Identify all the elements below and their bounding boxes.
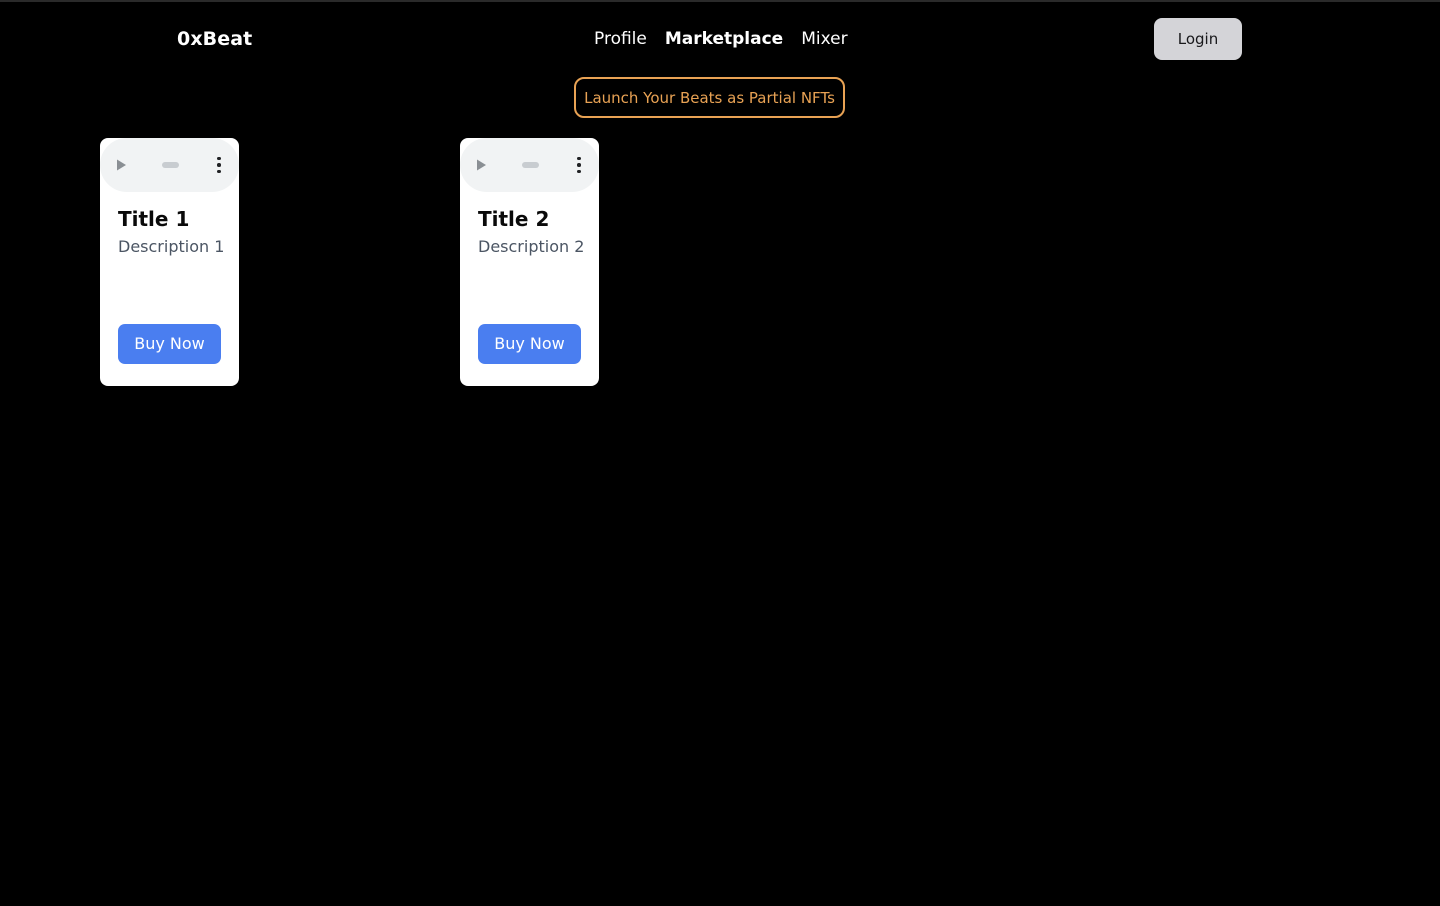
app-root: 0xBeat Profile Marketplace Mixer Login L…: [0, 0, 1440, 906]
buy-now-button[interactable]: Buy Now: [478, 324, 581, 364]
beat-card: Title 2 Description 2 Buy Now: [460, 138, 599, 386]
audio-player[interactable]: [100, 138, 239, 192]
main-navigation: Profile Marketplace Mixer: [594, 27, 848, 51]
dot: [217, 169, 221, 174]
card-description: Description 1: [118, 237, 225, 256]
brand-logo[interactable]: 0xBeat: [177, 27, 252, 51]
card-title: Title 1: [118, 207, 190, 231]
more-vertical-icon[interactable]: [211, 155, 227, 175]
buy-now-button[interactable]: Buy Now: [118, 324, 221, 364]
nav-item-mixer[interactable]: Mixer: [801, 27, 847, 51]
dot: [217, 156, 221, 161]
card-footer: Buy Now: [100, 324, 239, 386]
dot: [577, 169, 581, 174]
audio-progress-bar[interactable]: [162, 162, 179, 168]
login-button[interactable]: Login: [1154, 18, 1242, 60]
dot: [577, 156, 581, 161]
card-body: Title 2 Description 2: [460, 192, 599, 324]
card-footer: Buy Now: [460, 324, 599, 386]
play-icon[interactable]: [112, 156, 130, 174]
launch-nfts-banner-button[interactable]: Launch Your Beats as Partial NFTs: [574, 77, 845, 118]
beat-card-grid: Title 1 Description 1 Buy Now Title 2 De…: [100, 138, 599, 386]
card-description: Description 2: [478, 237, 585, 256]
more-vertical-icon[interactable]: [571, 155, 587, 175]
dot: [577, 163, 581, 167]
nav-item-marketplace[interactable]: Marketplace: [665, 27, 783, 51]
nav-item-profile[interactable]: Profile: [594, 27, 647, 51]
card-body: Title 1 Description 1: [100, 192, 239, 324]
dot: [217, 163, 221, 167]
card-title: Title 2: [478, 207, 550, 231]
audio-player[interactable]: [460, 138, 599, 192]
play-icon[interactable]: [472, 156, 490, 174]
site-header: 0xBeat Profile Marketplace Mixer Login: [0, 2, 1440, 76]
audio-progress-bar[interactable]: [522, 162, 539, 168]
beat-card: Title 1 Description 1 Buy Now: [100, 138, 239, 386]
